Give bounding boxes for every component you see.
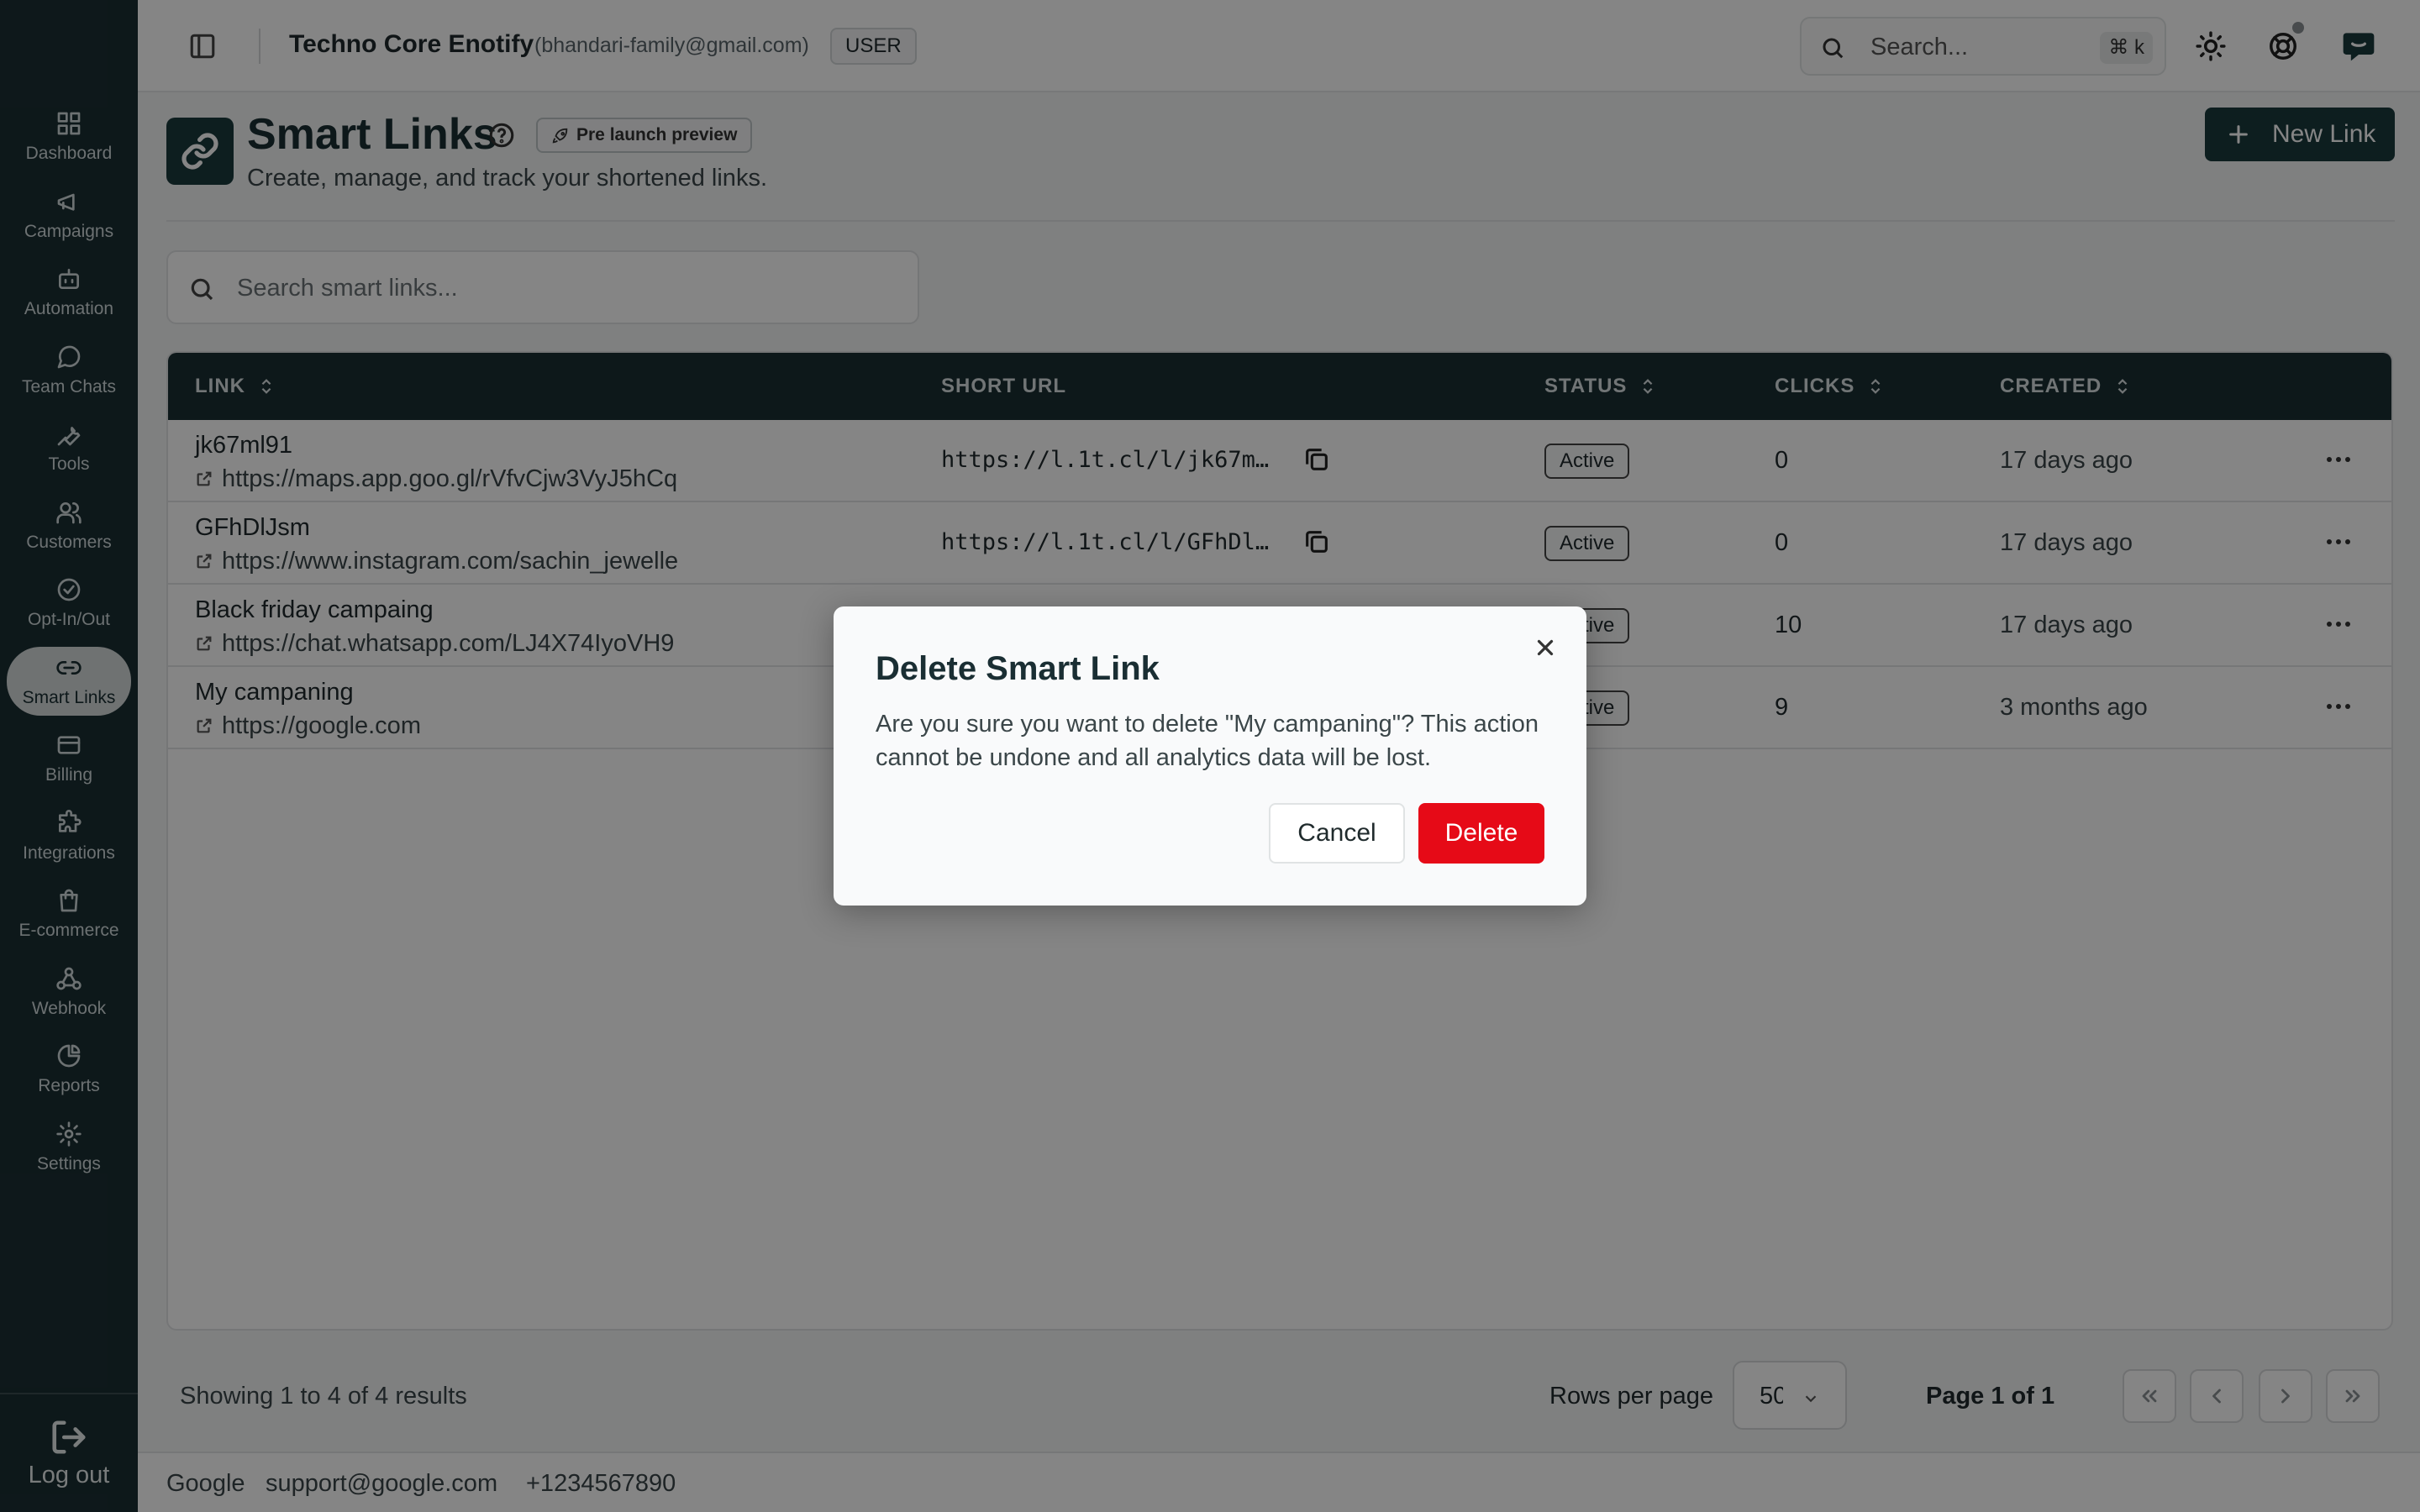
dialog-title: Delete Smart Link [876,650,1160,687]
delete-button[interactable]: Delete [1418,803,1544,864]
delete-smart-link-dialog: Delete Smart Link Are you sure you want … [834,606,1586,906]
dialog-message: Are you sure you want to delete "My camp… [876,711,1539,771]
close-icon [1537,639,1554,656]
dialog-close-button[interactable] [1533,635,1558,660]
cancel-button[interactable]: Cancel [1269,803,1405,864]
